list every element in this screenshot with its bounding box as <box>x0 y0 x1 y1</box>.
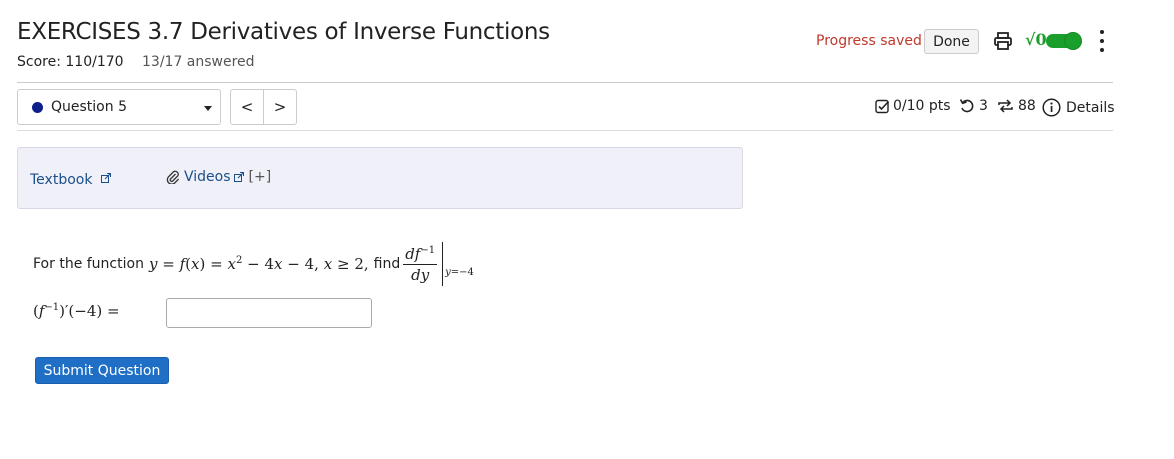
answer-label: (f−1)′(−4) = <box>33 302 120 320</box>
versions-count: 88 <box>1018 98 1036 114</box>
math-display-icon: √0 <box>1025 30 1047 49</box>
external-link-icon <box>233 172 244 182</box>
external-link-icon <box>100 173 111 183</box>
retry-icon <box>959 99 974 113</box>
progress-saved-status: Progress saved <box>816 33 922 49</box>
previous-question-button[interactable]: < <box>231 90 264 124</box>
videos-link[interactable]: Videos <box>184 169 231 185</box>
answered-count: 13/17 answered <box>142 54 255 70</box>
chevron-down-icon <box>204 106 212 111</box>
attempts-info: 3 <box>959 98 988 114</box>
function-expression: y = f(x) = x2 − 4x − 4, x ≥ 2, <box>148 255 369 273</box>
checkbox-icon <box>875 99 890 113</box>
header-divider <box>17 82 1113 83</box>
next-question-button[interactable]: > <box>264 90 296 124</box>
question-prompt: For the function y = f(x) = x2 − 4x − 4,… <box>33 242 474 286</box>
points-info: 0/10 pts <box>875 98 951 114</box>
help-resources-box: Textbook Videos [+] <box>17 147 743 209</box>
details-toggle[interactable]: Details <box>1042 98 1115 117</box>
derivative-fraction: df−1 dy <box>403 244 438 284</box>
versions-icon <box>998 99 1013 113</box>
math-display-toggle[interactable] <box>1046 32 1082 50</box>
question-prefix: For the function <box>33 256 144 272</box>
evaluation-point: y=−4 <box>445 266 474 278</box>
question-status-dot <box>32 102 43 113</box>
question-select-label: Question 5 <box>51 99 127 115</box>
submit-question-button[interactable]: Submit Question <box>35 357 169 384</box>
textbook-link[interactable]: Textbook <box>30 172 92 188</box>
info-icon <box>1042 98 1061 117</box>
printer-icon[interactable] <box>993 31 1013 51</box>
score-text: Score: 110/170 <box>17 54 124 70</box>
question-select[interactable]: Question 5 <box>17 89 221 125</box>
details-label: Details <box>1066 99 1115 116</box>
paperclip-icon <box>166 170 180 184</box>
page-title: EXERCISES 3.7 Derivatives of Inverse Fun… <box>17 19 550 45</box>
find-word: find <box>373 256 401 272</box>
versions-info: 88 <box>997 98 1036 114</box>
videos-expand-toggle[interactable]: [+] <box>249 169 272 185</box>
answer-input[interactable] <box>166 298 372 328</box>
nav-divider <box>17 130 1113 131</box>
more-options-icon[interactable] <box>1097 30 1107 52</box>
textbook-link-wrap: Textbook <box>30 169 111 188</box>
videos-link-wrap: Videos [+] <box>166 169 271 185</box>
toggle-knob <box>1064 32 1082 50</box>
points-text: 0/10 pts <box>893 98 951 114</box>
question-pager: < > <box>230 89 297 125</box>
done-button[interactable]: Done <box>924 29 979 54</box>
attempts-count: 3 <box>979 98 988 114</box>
evaluation-bar <box>442 242 444 286</box>
